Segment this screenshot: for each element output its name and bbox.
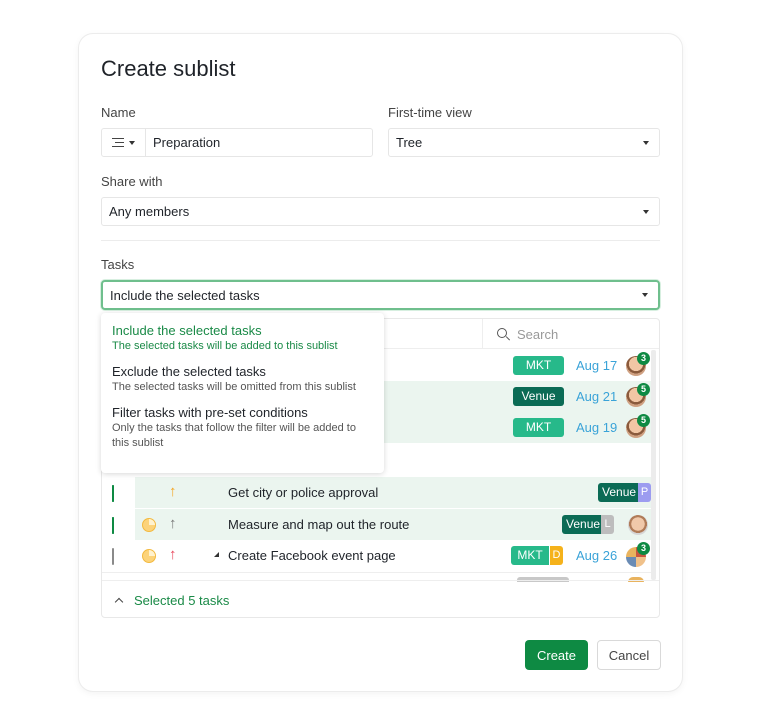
task-name: Get city or police approval (228, 485, 379, 500)
task-checkbox[interactable] (112, 485, 114, 502)
caret-down-icon (642, 293, 648, 297)
assignee-initial: L (601, 515, 614, 534)
progress-icon (142, 518, 156, 532)
menu-item-title: Include the selected tasks (112, 323, 262, 338)
priority-high-icon: ↑ (169, 483, 177, 500)
expand-icon[interactable] (214, 552, 219, 557)
selection-toggle[interactable]: Selected 5 tasks (102, 580, 659, 617)
due-date: Aug 21 (576, 389, 618, 404)
progress-icon (142, 549, 156, 563)
count-badge: 3 (637, 542, 650, 555)
menu-item-title: Filter tasks with pre-set conditions (112, 405, 308, 420)
dialog-title: Create sublist (101, 56, 236, 81)
task-row[interactable]: ↑ Get city or police approval Venue P (102, 477, 651, 508)
menu-item-filter[interactable]: Filter tasks with pre-set conditions Onl… (101, 404, 384, 451)
search-input[interactable]: Search (517, 327, 558, 342)
menu-item-desc: The selected tasks will be omitted from … (112, 381, 356, 393)
menu-item-include[interactable]: Include the selected tasks The selected … (101, 322, 384, 354)
tag-mkt: MKT (513, 418, 564, 437)
share-value: Any members (109, 204, 190, 219)
task-checkbox[interactable] (112, 517, 114, 534)
first-view-select[interactable]: Tree (388, 128, 660, 157)
assignee-initial: D (550, 546, 563, 565)
name-input[interactable]: Preparation (146, 135, 372, 150)
priority-urgent-icon: ↑ (169, 546, 177, 563)
name-label: Name (101, 105, 136, 120)
task-name: Create Facebook event page (228, 548, 396, 563)
tag-mkt: MKT (513, 356, 564, 375)
first-view-value: Tree (396, 135, 423, 150)
caret-down-icon (643, 140, 649, 145)
selected-count: Selected 5 tasks (134, 592, 230, 608)
tasks-label: Tasks (101, 257, 135, 272)
tag-venue: Venue (598, 483, 641, 502)
cancel-button[interactable]: Cancel (597, 640, 661, 670)
count-badge: 5 (637, 383, 650, 396)
first-view-label: First-time view (388, 105, 472, 120)
caret-down-icon (129, 140, 135, 145)
tasks-dropdown-menu: Include the selected tasks The selected … (101, 313, 384, 473)
due-date: Aug 26 (576, 548, 618, 563)
count-badge: 3 (637, 352, 650, 365)
tasks-select[interactable]: Include the selected tasks (101, 280, 660, 310)
task-row[interactable]: ↑ Measure and map out the route Venue L (102, 509, 651, 540)
menu-item-exclude[interactable]: Exclude the selected tasks The selected … (101, 363, 384, 395)
tag-mkt: MKT (511, 546, 549, 565)
view-type-picker[interactable] (102, 129, 146, 156)
search-box[interactable]: Search (482, 319, 659, 349)
caret-down-icon (643, 209, 649, 214)
task-name: Measure and map out the route (228, 517, 410, 532)
task-row[interactable]: ↑ Create Facebook event page MKT D Aug 2… (102, 540, 651, 571)
divider (101, 240, 660, 241)
tag-venue: Venue (562, 515, 605, 534)
scrollbar[interactable] (651, 350, 656, 580)
create-sublist-dialog: Create sublist Name Preparation First-ti… (79, 34, 682, 691)
search-icon (497, 328, 509, 340)
tasks-value: Include the selected tasks (110, 287, 260, 303)
count-badge: 5 (637, 414, 650, 427)
create-button[interactable]: Create (525, 640, 588, 670)
tag-venue: Venue (513, 387, 564, 406)
task-checkbox[interactable] (112, 548, 114, 565)
due-date: Aug 17 (576, 358, 618, 373)
chevron-up-icon (114, 597, 124, 607)
list-lines-icon (112, 138, 124, 147)
due-date: Aug 19 (576, 420, 618, 435)
menu-item-desc: The selected tasks will be added to this… (112, 340, 338, 352)
menu-item-desc: Only the tasks that follow the filter wi… (112, 422, 356, 449)
name-field: Preparation (101, 128, 373, 157)
share-label: Share with (101, 174, 163, 189)
priority-normal-icon: ↑ (169, 515, 177, 532)
menu-item-title: Exclude the selected tasks (112, 364, 266, 379)
share-select[interactable]: Any members (101, 197, 660, 226)
avatar (628, 515, 648, 535)
assignee-initial: P (638, 483, 651, 502)
